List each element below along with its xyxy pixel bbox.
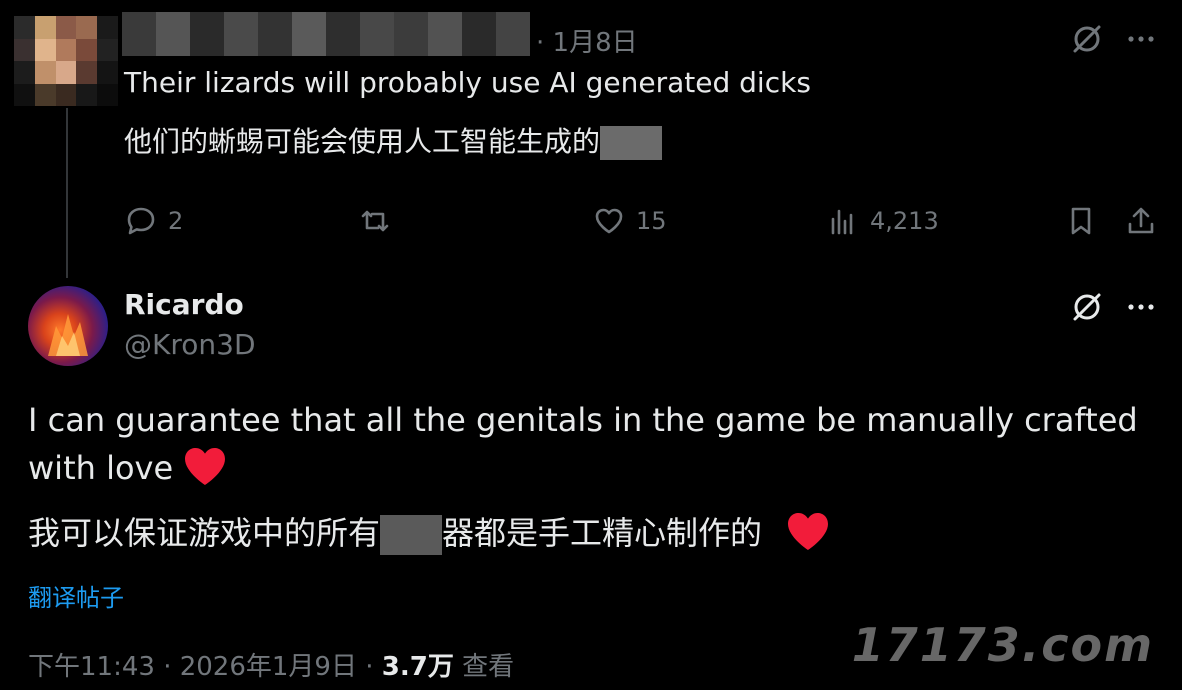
share-icon: [1128, 207, 1154, 234]
grok-icon[interactable]: [1070, 22, 1104, 60]
reply-icon: [127, 207, 155, 235]
reply-button[interactable]: 2: [124, 198, 183, 244]
thread-connector-line: [66, 108, 68, 278]
grok-icon[interactable]: [1070, 290, 1104, 328]
tweet-text-zh: 他们的蜥蜴可能会使用人工智能生成的: [124, 120, 663, 160]
tweet-text-zh: 我可以保证游戏中的所有 器都是手工精心制作的: [28, 508, 830, 555]
views-button[interactable]: 4,213: [826, 198, 939, 244]
tweet-text-en: Their lizards will probably use AI gener…: [124, 66, 811, 99]
tweet-footer: 下午11:43 · 2026年1月9日 · 3.7万 查看: [28, 646, 514, 683]
tweet-text-zh-content: 他们的蜥蜴可能会使用人工智能生成的: [124, 125, 601, 158]
like-button[interactable]: 15: [592, 198, 667, 244]
share-button[interactable]: [1124, 198, 1158, 244]
censor-block: [600, 126, 663, 160]
more-icon[interactable]: [1124, 22, 1158, 60]
like-count: 15: [636, 207, 667, 235]
analytics-icon: [831, 209, 853, 235]
red-heart-icon: [788, 513, 829, 550]
red-heart-icon: [185, 448, 226, 485]
repost-icon: [361, 210, 389, 232]
tweet-text-zh-part2: 器都是手工精心制作的: [442, 514, 763, 552]
avatar[interactable]: [28, 286, 108, 366]
tweet-time[interactable]: · 1月8日: [536, 22, 638, 59]
display-name[interactable]: Ricardo: [124, 288, 244, 321]
watermark: 17173.com: [851, 618, 1154, 672]
reply-count: 2: [168, 207, 184, 235]
tweet-timestamp[interactable]: 下午11:43 · 2026年1月9日 ·: [28, 652, 374, 682]
repost-button[interactable]: [358, 198, 392, 244]
tweet-text-zh-part1: 我可以保证游戏中的所有: [28, 514, 381, 552]
tweet-text-en: I can guarantee that all the genitals in…: [28, 396, 1168, 492]
views-count: 4,213: [870, 207, 939, 235]
avatar-image: [48, 314, 88, 356]
avatar[interactable]: [14, 16, 118, 106]
translate-post-link[interactable]: 翻译帖子: [28, 578, 124, 613]
censor-block: [380, 515, 443, 555]
display-name-censored[interactable]: [122, 12, 530, 56]
views-label: 查看: [462, 652, 515, 682]
heart-outline-icon: [595, 208, 623, 234]
views-count: 3.7万: [381, 652, 454, 682]
user-handle[interactable]: @Kron3D: [124, 328, 256, 361]
bookmark-button[interactable]: [1064, 198, 1098, 244]
more-icon[interactable]: [1124, 290, 1158, 328]
bookmark-icon: [1071, 207, 1091, 235]
